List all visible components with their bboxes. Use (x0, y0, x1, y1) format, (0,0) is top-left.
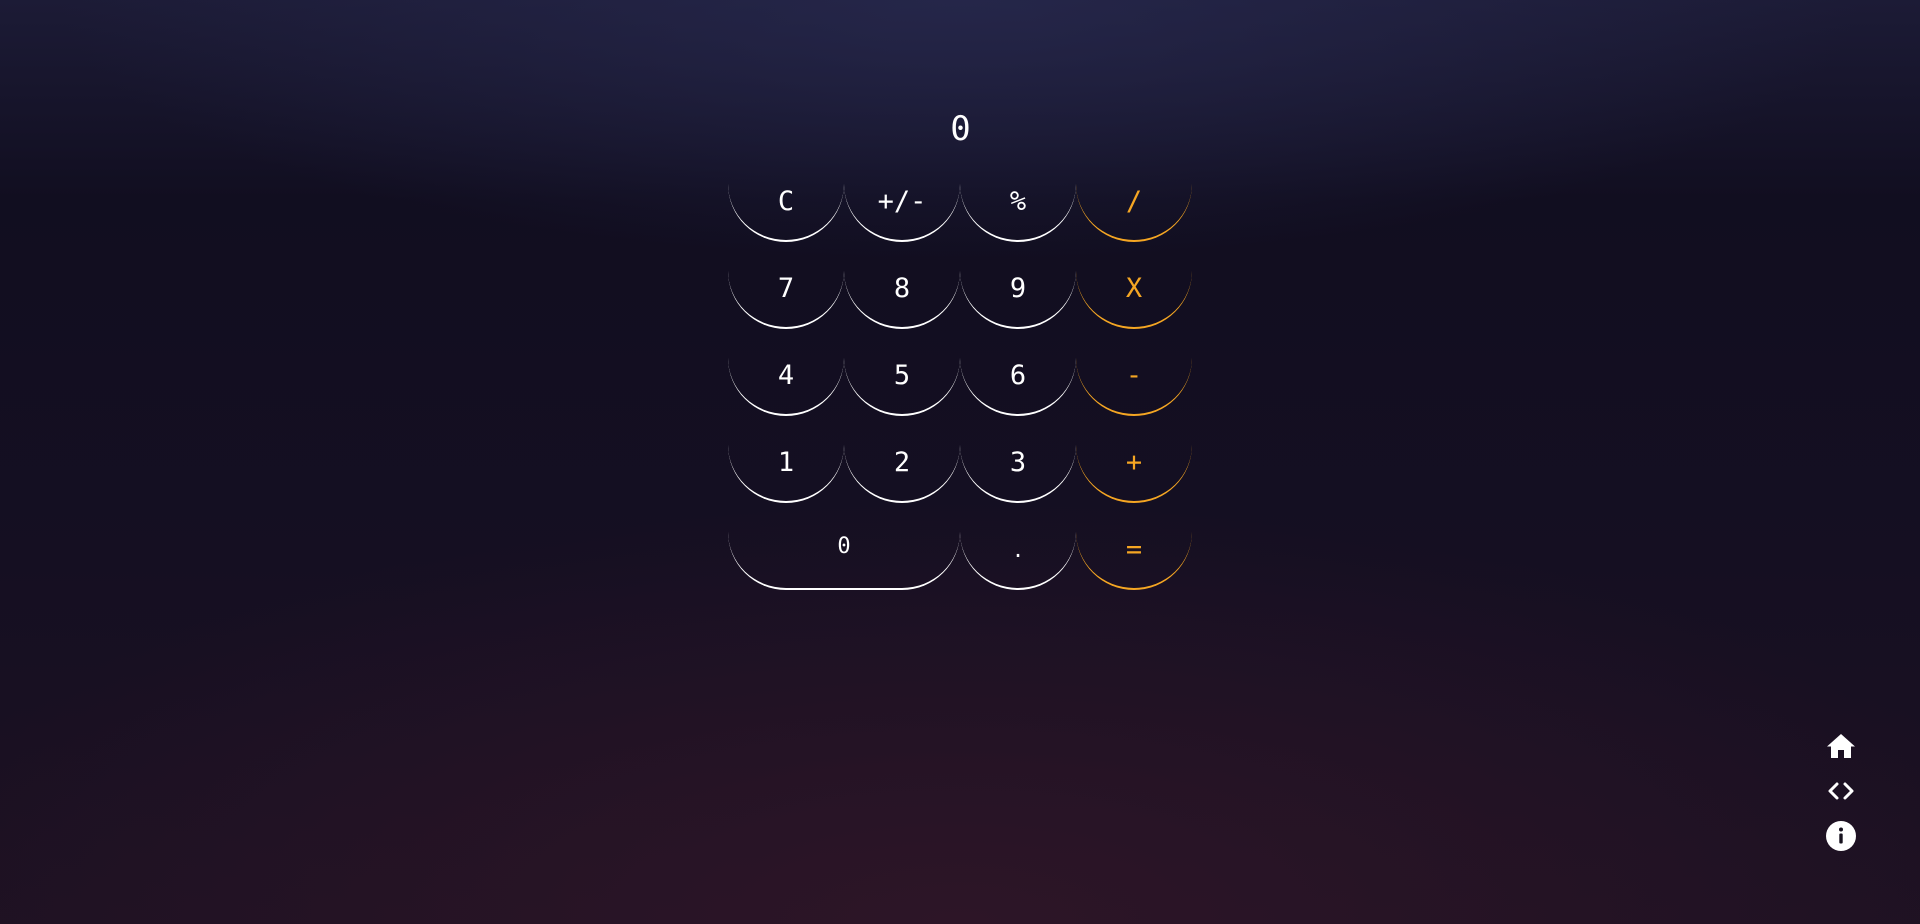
decimal-button[interactable]: . (960, 528, 1076, 590)
clear-button[interactable]: C (728, 180, 844, 242)
digit-9-button[interactable]: 9 (960, 267, 1076, 329)
subtract-button[interactable]: - (1076, 354, 1192, 416)
sign-toggle-button[interactable]: +/- (844, 180, 960, 242)
side-nav (1823, 730, 1859, 852)
digit-0-button[interactable]: 0 (728, 528, 960, 590)
equals-button[interactable]: = (1076, 528, 1192, 590)
digit-5-button[interactable]: 5 (844, 354, 960, 416)
home-icon[interactable] (1825, 730, 1857, 762)
add-button[interactable]: + (1076, 441, 1192, 503)
divide-button[interactable]: / (1076, 180, 1192, 242)
digit-8-button[interactable]: 8 (844, 267, 960, 329)
calculator: 0 C +/- % / 7 8 9 X 4 5 6 - 1 2 3 + 0 . … (728, 96, 1194, 590)
digit-7-button[interactable]: 7 (728, 267, 844, 329)
calculator-display: 0 (950, 109, 972, 149)
info-icon[interactable] (1825, 820, 1857, 852)
multiply-button[interactable]: X (1076, 267, 1192, 329)
digit-2-button[interactable]: 2 (844, 441, 960, 503)
digit-6-button[interactable]: 6 (960, 354, 1076, 416)
keypad: C +/- % / 7 8 9 X 4 5 6 - 1 2 3 + 0 . = (728, 180, 1194, 590)
digit-4-button[interactable]: 4 (728, 354, 844, 416)
code-icon[interactable] (1825, 775, 1857, 807)
percent-button[interactable]: % (960, 180, 1076, 242)
digit-3-button[interactable]: 3 (960, 441, 1076, 503)
digit-1-button[interactable]: 1 (728, 441, 844, 503)
